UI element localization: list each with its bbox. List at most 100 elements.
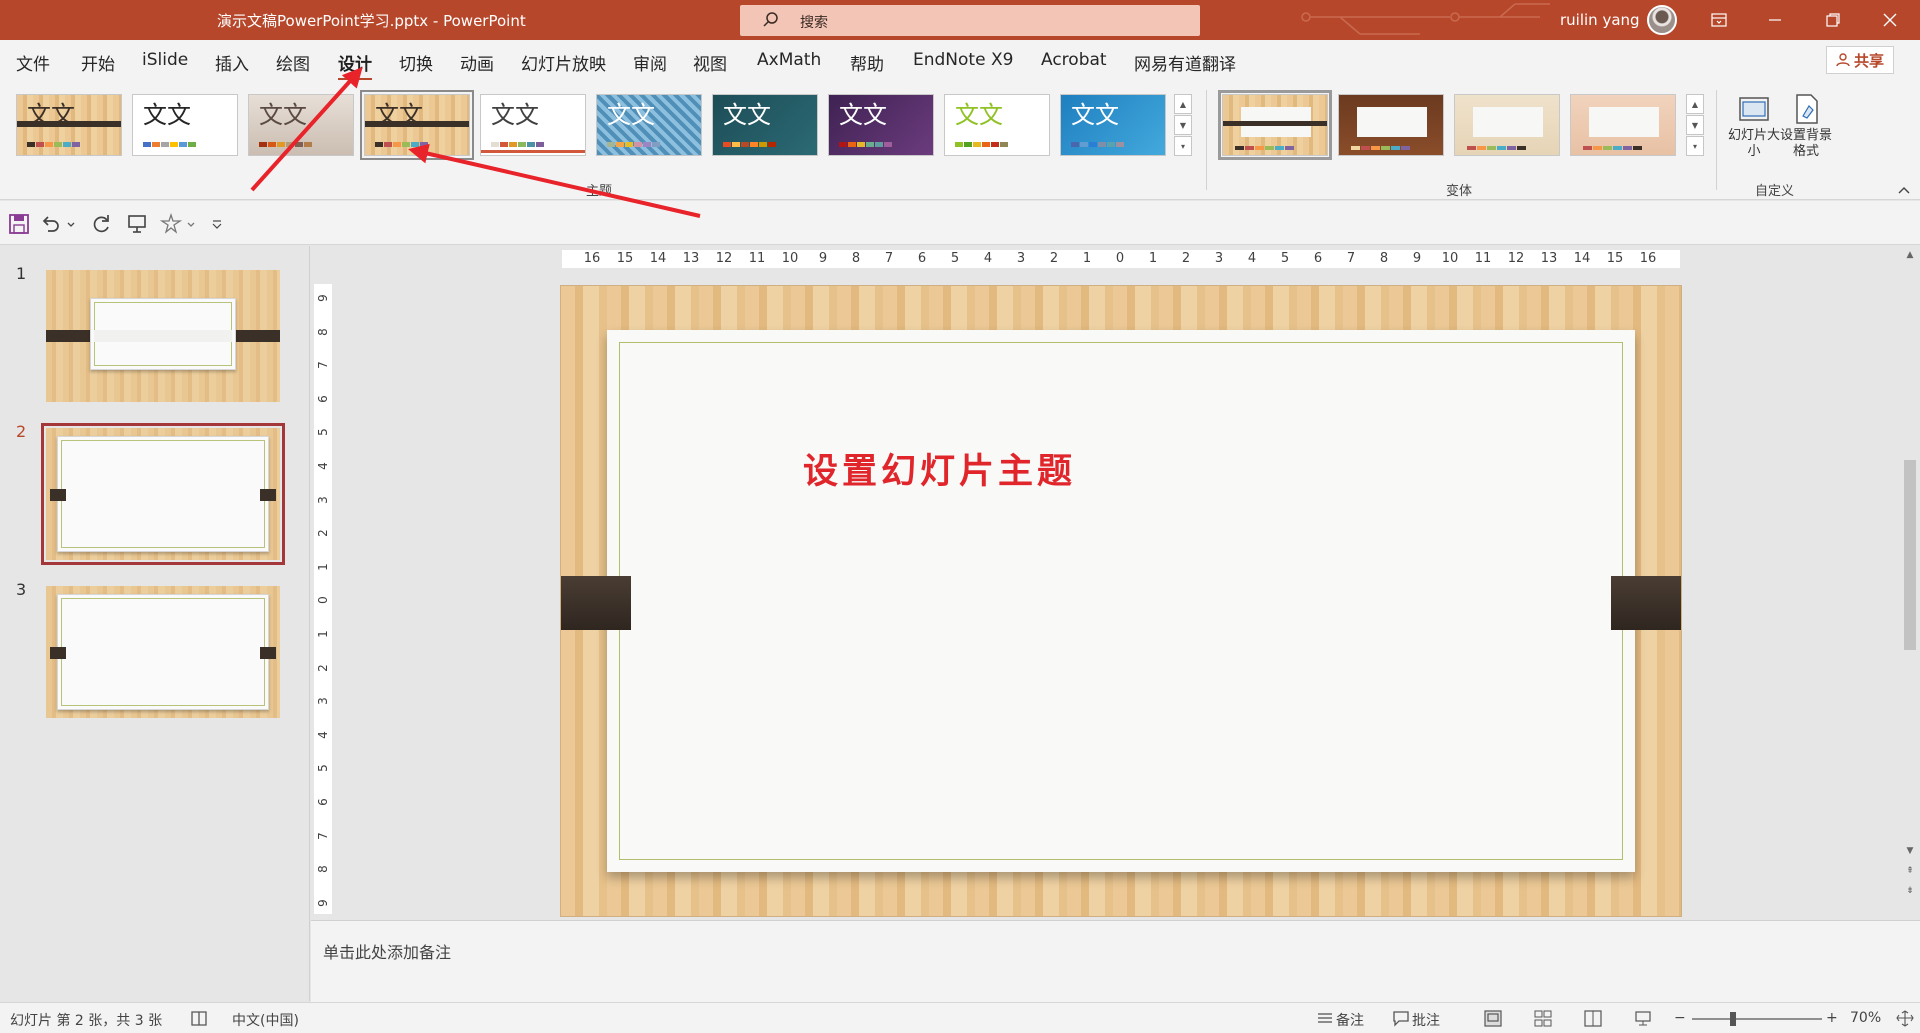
tab-review[interactable]: 审阅: [633, 50, 667, 75]
gallery-up-icon[interactable]: ▲: [1174, 94, 1192, 114]
facet-theme[interactable]: 文文: [944, 94, 1050, 156]
slide-sorter-icon[interactable]: [1534, 1010, 1552, 1027]
variant-card: [1357, 107, 1427, 137]
variant-color-swatches: [1583, 146, 1642, 150]
savon-theme[interactable]: 文文: [480, 94, 586, 156]
variant-wood-light[interactable]: [1218, 90, 1332, 160]
slide-thumbnail-1[interactable]: [46, 270, 280, 402]
zoom-out-icon[interactable]: −: [1674, 1010, 1686, 1026]
ruler-tick: 1: [316, 562, 330, 571]
restore-button[interactable]: [1810, 0, 1856, 40]
tab-islide[interactable]: iSlide: [142, 50, 188, 70]
scrollbar-thumb[interactable]: [1904, 460, 1916, 650]
user-avatar[interactable]: [1647, 5, 1677, 35]
tab-design[interactable]: 设计: [338, 50, 372, 81]
variant-down-icon[interactable]: ▼: [1686, 115, 1704, 135]
ruler-tick: 10: [1441, 251, 1459, 266]
tab-slideshow[interactable]: 幻灯片放映: [521, 50, 606, 75]
ruler-tick: 8: [851, 251, 861, 266]
slide-thumbnail-3[interactable]: [46, 586, 280, 718]
ruler-tick: 5: [316, 428, 330, 437]
normal-view-icon[interactable]: [1484, 1010, 1502, 1027]
comments-toggle[interactable]: 批注: [1412, 1010, 1440, 1030]
tab-home[interactable]: 开始: [81, 50, 115, 75]
close-button[interactable]: [1867, 0, 1913, 40]
notes-pane[interactable]: 单击此处添加备注: [311, 920, 1920, 1002]
tab-axmath[interactable]: AxMath: [757, 50, 821, 70]
start-slideshow-icon[interactable]: [126, 213, 148, 235]
wood-type-theme[interactable]: 文文: [16, 94, 122, 156]
wood-type-variant-theme[interactable]: 文文: [360, 90, 474, 160]
redo-icon[interactable]: [90, 213, 112, 235]
language-indicator[interactable]: 中文(中国): [232, 1010, 299, 1030]
next-slide-icon[interactable]: ⇟: [1904, 886, 1916, 898]
notes-placeholder[interactable]: 单击此处添加备注: [323, 939, 451, 963]
variants-gallery-scroll[interactable]: ▲ ▼ ▾: [1686, 94, 1704, 156]
collapse-ribbon-icon[interactable]: [1898, 186, 1910, 194]
customize-qat-icon[interactable]: [210, 213, 224, 235]
undo-icon[interactable]: [40, 213, 62, 235]
share-button[interactable]: 共享: [1826, 46, 1894, 74]
variant-more-icon[interactable]: ▾: [1686, 136, 1704, 156]
retrospect-theme[interactable]: 文文: [248, 94, 354, 156]
slide-size-button[interactable]: 幻灯片大小: [1728, 92, 1780, 160]
vertical-scrollbar[interactable]: ▲ ▼ ⇞ ⇟: [1900, 246, 1920, 906]
comments-icon[interactable]: [1392, 1010, 1410, 1027]
tab-insert[interactable]: 插入: [215, 50, 249, 75]
wisp-theme[interactable]: 文文: [1060, 94, 1166, 156]
pattern-theme[interactable]: 文文: [596, 94, 702, 156]
tab-animations[interactable]: 动画: [460, 50, 494, 75]
tab-view[interactable]: 视图: [693, 50, 727, 75]
variant-wood-cream[interactable]: [1454, 94, 1560, 156]
variant-wood-dark[interactable]: [1338, 94, 1444, 156]
ruler-tick: 8: [316, 865, 330, 874]
share-label: 共享: [1853, 51, 1884, 70]
slide-size-label: 幻灯片大小: [1728, 128, 1781, 159]
ion-boardroom-theme[interactable]: 文文: [712, 94, 818, 156]
slide-thumbnail-2[interactable]: [41, 423, 285, 565]
ribbon-display-options-button[interactable]: [1696, 0, 1742, 40]
zoom-in-icon[interactable]: +: [1826, 1010, 1838, 1026]
variant-wood-peach[interactable]: [1570, 94, 1676, 156]
previous-slide-icon[interactable]: ⇞: [1904, 866, 1916, 878]
scroll-down-icon[interactable]: ▼: [1904, 846, 1916, 858]
gallery-down-icon[interactable]: ▼: [1174, 115, 1192, 135]
tab-help[interactable]: 帮助: [850, 50, 884, 75]
tab-acrobat[interactable]: Acrobat: [1041, 50, 1107, 70]
ruler-tick: 3: [316, 495, 330, 504]
slide-title[interactable]: 设置幻灯片主题: [803, 443, 1076, 494]
themes-gallery-scroll[interactable]: ▲ ▼ ▾: [1174, 94, 1192, 156]
slide-size-icon: [1739, 97, 1769, 121]
fit-slide-icon[interactable]: [1896, 1010, 1914, 1027]
format-background-button[interactable]: 设置背景格式: [1780, 92, 1832, 160]
zoom-slider-knob[interactable]: [1730, 1012, 1736, 1026]
scroll-up-icon[interactable]: ▲: [1904, 250, 1916, 262]
tab-file[interactable]: 文件: [16, 50, 50, 75]
tab-endnote[interactable]: EndNote X9: [913, 50, 1013, 70]
search-input[interactable]: 搜索: [740, 5, 1200, 36]
zoom-slider[interactable]: [1692, 1018, 1822, 1020]
zoom-level[interactable]: 70%: [1850, 1010, 1881, 1026]
save-icon[interactable]: [8, 213, 30, 235]
theme-sample-text: 文文: [375, 101, 423, 129]
slideshow-view-icon[interactable]: [1634, 1010, 1652, 1027]
variant-up-icon[interactable]: ▲: [1686, 94, 1704, 114]
ruler-tick: 11: [1474, 251, 1492, 266]
variant-band: [1223, 121, 1327, 126]
spelling-check-icon[interactable]: [190, 1010, 208, 1027]
tab-draw[interactable]: 绘图: [276, 50, 310, 75]
tab-youdao[interactable]: 网易有道翻译: [1134, 50, 1236, 75]
notes-toggle[interactable]: 备注: [1336, 1010, 1364, 1030]
ruler-tick: 4: [316, 730, 330, 739]
ion-theme[interactable]: 文文: [828, 94, 934, 156]
gallery-more-icon[interactable]: ▾: [1174, 136, 1192, 156]
tab-transitions[interactable]: 切换: [399, 50, 433, 75]
office-theme[interactable]: 文文: [132, 94, 238, 156]
minimize-button[interactable]: [1752, 0, 1798, 40]
current-slide[interactable]: 设置幻灯片主题: [561, 286, 1681, 916]
notes-icon[interactable]: [1316, 1010, 1334, 1027]
reading-view-icon[interactable]: [1584, 1010, 1602, 1027]
undo-dropdown-icon[interactable]: [66, 213, 76, 235]
touch-mode-icon[interactable]: [160, 213, 182, 235]
touch-dropdown-icon[interactable]: [186, 213, 196, 235]
